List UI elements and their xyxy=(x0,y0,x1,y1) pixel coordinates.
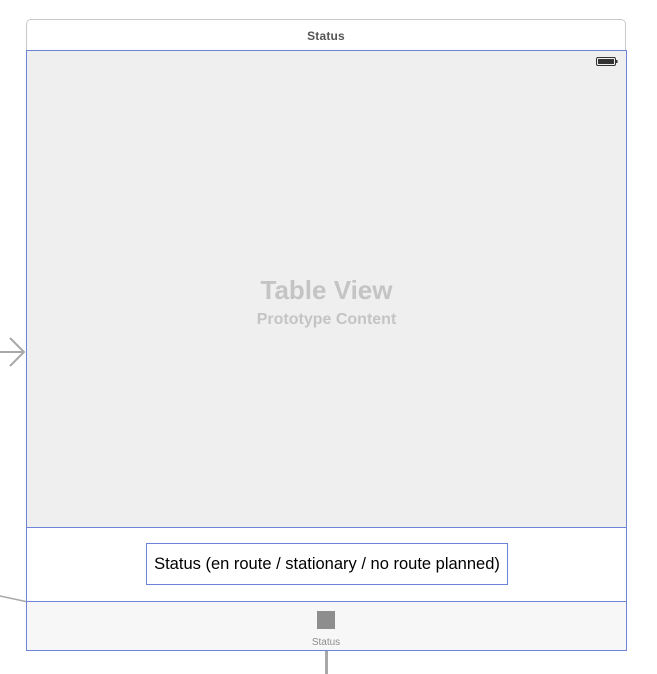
entry-arrow-icon xyxy=(0,337,26,367)
view-controller-frame[interactable]: Table View Prototype Content Status (en … xyxy=(26,50,627,651)
tab-item-label: Status xyxy=(311,637,341,648)
status-label[interactable]: Status (en route / stationary / no route… xyxy=(146,543,508,585)
table-view-placeholder-subtitle: Prototype Content xyxy=(256,311,397,328)
scene-title: Status xyxy=(307,28,345,43)
scene-title-bar[interactable]: Status xyxy=(26,19,626,51)
table-view-placeholder-title: Table View xyxy=(260,275,393,305)
footer-view[interactable]: Status (en route / stationary / no route… xyxy=(27,528,626,602)
tab-bar[interactable]: Status xyxy=(27,602,626,650)
square-icon xyxy=(317,611,335,629)
relationship-connector-line xyxy=(325,651,328,674)
tab-item-status[interactable]: Status xyxy=(296,608,356,648)
table-view[interactable]: Table View Prototype Content xyxy=(27,51,626,528)
storyboard-scene: Status Table View Prototype Content Stat… xyxy=(0,0,657,674)
battery-icon xyxy=(596,57,618,66)
